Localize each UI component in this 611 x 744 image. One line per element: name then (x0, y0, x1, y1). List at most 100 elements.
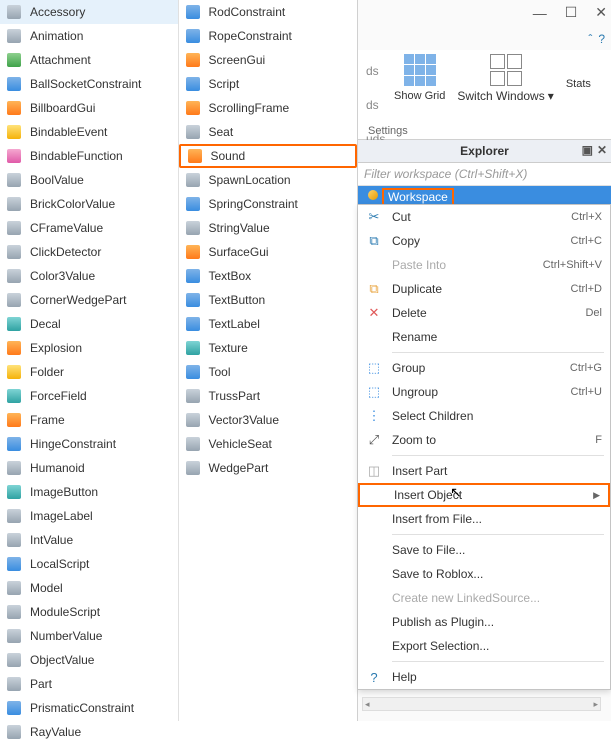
insert-item-intvalue[interactable]: IntValue (0, 528, 178, 552)
insert-item-scrollingframe[interactable]: ScrollingFrame (179, 96, 358, 120)
context-item-label: Cut (392, 210, 559, 224)
insert-item-vector3value[interactable]: Vector3Value (179, 408, 358, 432)
insert-item-label: Seat (209, 125, 234, 139)
show-grid-button[interactable]: Show Grid (394, 54, 445, 102)
context-separator (392, 455, 604, 456)
insert-item-numbervalue[interactable]: NumberValue (0, 624, 178, 648)
insert-item-objectvalue[interactable]: ObjectValue (0, 648, 178, 672)
insert-item-textlabel[interactable]: TextLabel (179, 312, 358, 336)
context-group[interactable]: ⬚GroupCtrl+G (358, 356, 610, 380)
context-menu: ✂CutCtrl+X⧉CopyCtrl+CPaste IntoCtrl+Shif… (358, 204, 611, 690)
close-button[interactable]: ✕ (595, 4, 607, 21)
ribbon-collapse-icon[interactable]: ˆ (588, 32, 592, 46)
insert-item-textbutton[interactable]: TextButton (179, 288, 358, 312)
help-button[interactable]: ? (598, 32, 605, 46)
context-delete[interactable]: ✕DeleteDel (358, 301, 610, 325)
insert-item-bindableevent[interactable]: BindableEvent (0, 120, 178, 144)
insert-item-accessory[interactable]: Accessory (0, 0, 178, 24)
context-shortcut: Ctrl+D (571, 283, 602, 295)
insert-item-label: VehicleSeat (209, 437, 272, 451)
insert-item-cornerwedgepart[interactable]: CornerWedgePart (0, 288, 178, 312)
insert-item-rayvalue[interactable]: RayValue (0, 720, 178, 744)
context-insert-part[interactable]: ◫Insert Part (358, 459, 610, 483)
explorer-filter-input[interactable]: Filter workspace (Ctrl+Shift+X) (358, 163, 611, 186)
spawnlocation-icon (185, 172, 201, 188)
context-cut[interactable]: ✂CutCtrl+X (358, 205, 610, 229)
context-export-selection-[interactable]: Export Selection... (358, 634, 610, 658)
panel-close-icon[interactable]: ✕ (597, 143, 607, 157)
insert-item-brickcolorvalue[interactable]: BrickColorValue (0, 192, 178, 216)
insert-item-springconstraint[interactable]: SpringConstraint (179, 192, 358, 216)
insert-item-model[interactable]: Model (0, 576, 178, 600)
context-zoom-to[interactable]: ⤢Zoom toF (358, 428, 610, 452)
insert-item-sound[interactable]: Sound (179, 144, 358, 168)
context-ungroup[interactable]: ⬚UngroupCtrl+U (358, 380, 610, 404)
insert-file-icon (364, 511, 384, 527)
insert-item-bindablefunction[interactable]: BindableFunction (0, 144, 178, 168)
insert-item-wedgepart[interactable]: WedgePart (179, 456, 358, 480)
panel-dock-icon[interactable]: ▣ (582, 143, 593, 157)
context-rename[interactable]: Rename (358, 325, 610, 349)
insert-item-surfacegui[interactable]: SurfaceGui (179, 240, 358, 264)
insert-item-forcefield[interactable]: ForceField (0, 384, 178, 408)
copy-icon: ⧉ (364, 233, 384, 249)
insert-item-explosion[interactable]: Explosion (0, 336, 178, 360)
horizontal-scrollbar[interactable]: ◂▸ (362, 697, 601, 711)
explosion-icon (6, 340, 22, 356)
insert-item-label: RopeConstraint (209, 29, 292, 43)
insert-item-animation[interactable]: Animation (0, 24, 178, 48)
insert-item-script[interactable]: Script (179, 72, 358, 96)
insert-item-spawnlocation[interactable]: SpawnLocation (179, 168, 358, 192)
insert-item-textbox[interactable]: TextBox (179, 264, 358, 288)
context-select-children[interactable]: ⋮Select Children (358, 404, 610, 428)
color3value-icon (6, 268, 22, 284)
maximize-button[interactable]: ☐ (565, 4, 578, 21)
insert-item-folder[interactable]: Folder (0, 360, 178, 384)
context-duplicate[interactable]: ⧉DuplicateCtrl+D (358, 277, 610, 301)
insert-item-frame[interactable]: Frame (0, 408, 178, 432)
insert-item-imagebutton[interactable]: ImageButton (0, 480, 178, 504)
insert-item-texture[interactable]: Texture (179, 336, 358, 360)
insert-item-humanoid[interactable]: Humanoid (0, 456, 178, 480)
insert-item-color3value[interactable]: Color3Value (0, 264, 178, 288)
insert-item-decal[interactable]: Decal (0, 312, 178, 336)
context-shortcut: Del (585, 307, 602, 319)
context-help[interactable]: ?Help (358, 665, 610, 689)
minimize-button[interactable]: — (533, 5, 547, 21)
insert-item-screengui[interactable]: ScreenGui (179, 48, 358, 72)
insert-item-attachment[interactable]: Attachment (0, 48, 178, 72)
insert-item-part[interactable]: Part (0, 672, 178, 696)
insert-item-ballsocketconstraint[interactable]: BallSocketConstraint (0, 72, 178, 96)
insert-item-stringvalue[interactable]: StringValue (179, 216, 358, 240)
insert-item-ropeconstraint[interactable]: RopeConstraint (179, 24, 358, 48)
context-copy[interactable]: ⧉CopyCtrl+C (358, 229, 610, 253)
insert-item-billboardgui[interactable]: BillboardGui (0, 96, 178, 120)
context-save-to-file-[interactable]: Save to File... (358, 538, 610, 562)
insert-item-clickdetector[interactable]: ClickDetector (0, 240, 178, 264)
insert-item-imagelabel[interactable]: ImageLabel (0, 504, 178, 528)
insert-item-rodconstraint[interactable]: RodConstraint (179, 0, 358, 24)
context-item-label: Duplicate (392, 282, 559, 296)
vector3value-icon (185, 412, 201, 428)
insert-item-trusspart[interactable]: TrussPart (179, 384, 358, 408)
stats-button[interactable]: Stats (566, 54, 591, 114)
select-children-icon: ⋮ (364, 408, 384, 424)
insert-item-vehicleseat[interactable]: VehicleSeat (179, 432, 358, 456)
context-item-label: Delete (392, 306, 573, 320)
context-save-to-roblox-[interactable]: Save to Roblox... (358, 562, 610, 586)
switch-windows-button[interactable]: Switch Windows ▾ (457, 54, 553, 103)
context-insert-object[interactable]: Insert Object▶ (358, 483, 610, 507)
insert-item-seat[interactable]: Seat (179, 120, 358, 144)
insert-item-prismaticconstraint[interactable]: PrismaticConstraint (0, 696, 178, 720)
imagelabel-icon (6, 508, 22, 524)
insert-item-tool[interactable]: Tool (179, 360, 358, 384)
insert-item-cframevalue[interactable]: CFrameValue (0, 216, 178, 240)
insert-item-localscript[interactable]: LocalScript (0, 552, 178, 576)
insert-item-hingeconstraint[interactable]: HingeConstraint (0, 432, 178, 456)
insert-item-boolvalue[interactable]: BoolValue (0, 168, 178, 192)
intvalue-icon (6, 532, 22, 548)
context-publish-as-plugin-[interactable]: Publish as Plugin... (358, 610, 610, 634)
context-insert-from-file-[interactable]: Insert from File... (358, 507, 610, 531)
insert-item-modulescript[interactable]: ModuleScript (0, 600, 178, 624)
bindableevent-icon (6, 124, 22, 140)
